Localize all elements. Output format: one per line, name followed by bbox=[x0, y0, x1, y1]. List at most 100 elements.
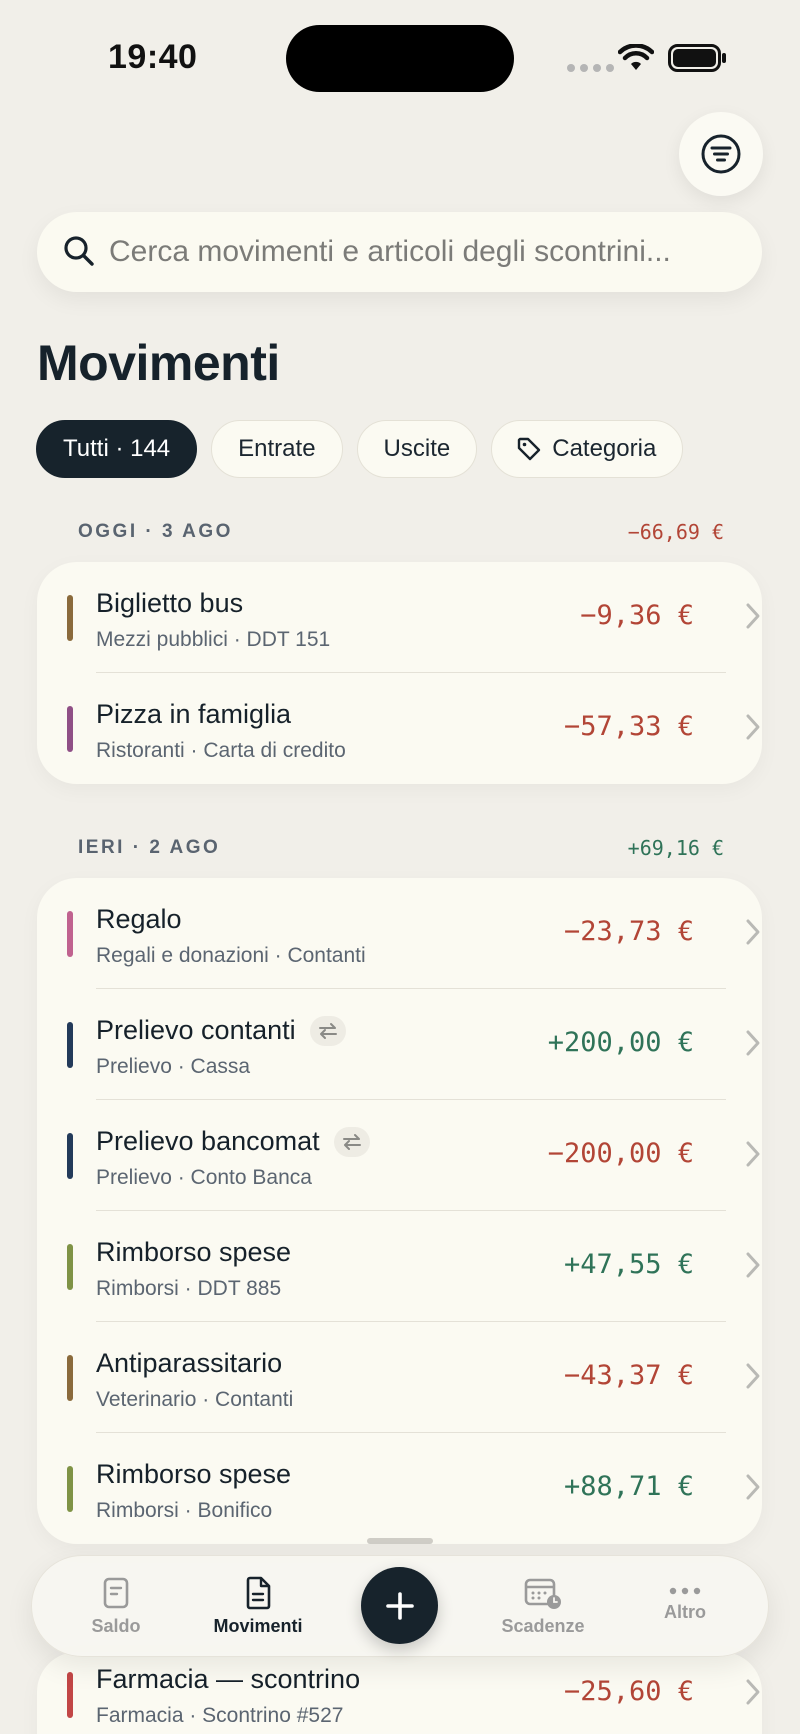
filter-button[interactable] bbox=[679, 112, 763, 196]
transaction-row[interactable]: Farmacia — scontrino Farmacia · Scontrin… bbox=[37, 1652, 762, 1734]
transaction-subtitle: Farmacia · Scontrino #527 bbox=[96, 1704, 344, 1727]
section-total: −66,69 € bbox=[627, 520, 724, 544]
tab-movimenti-label: Movimenti bbox=[213, 1616, 303, 1636]
chevron-right-icon bbox=[746, 714, 760, 740]
status-time: 19:40 bbox=[108, 38, 198, 76]
transaction-amount: +47,55 € bbox=[563, 1249, 694, 1280]
calendar-clock-icon bbox=[524, 1578, 561, 1609]
search-input[interactable] bbox=[109, 228, 739, 276]
transaction-subtitle: Regali e donazioni · Contanti bbox=[96, 944, 366, 967]
chip-expenses[interactable]: Uscite bbox=[356, 420, 478, 478]
transaction-row[interactable]: Regalo Regali e donazioni · Contanti −23… bbox=[37, 878, 762, 989]
tab-saldo[interactable]: Saldo bbox=[46, 1576, 186, 1637]
category-color-bar bbox=[67, 1244, 73, 1290]
category-color-bar bbox=[67, 595, 73, 641]
transaction-amount: +88,71 € bbox=[563, 1471, 694, 1502]
chevron-right-icon bbox=[746, 1141, 760, 1167]
transaction-title: Biglietto bus bbox=[96, 588, 244, 618]
transaction-row[interactable]: Prelievo contanti Prelievo · Cassa +200,… bbox=[37, 989, 762, 1100]
category-color-bar bbox=[67, 911, 73, 957]
transaction-row[interactable]: Biglietto bus Mezzi pubblici · DDT 151 −… bbox=[37, 562, 762, 673]
category-color-bar bbox=[67, 1466, 73, 1512]
section-header-yesterday: IERI · 2 AGO +69,16 € bbox=[78, 836, 724, 860]
transaction-subtitle: Veterinario · Contanti bbox=[96, 1388, 294, 1411]
plus-icon bbox=[385, 1591, 414, 1620]
transaction-subtitle: Mezzi pubblici · DDT 151 bbox=[96, 628, 331, 651]
transaction-subtitle: Rimborsi · Bonifico bbox=[96, 1499, 273, 1522]
transaction-subtitle: Prelievo · Conto Banca bbox=[96, 1166, 312, 1189]
category-color-bar bbox=[67, 706, 73, 752]
chevron-right-icon bbox=[746, 603, 760, 629]
section-total: +69,16 € bbox=[627, 836, 724, 860]
tab-altro-label: Altro bbox=[664, 1602, 706, 1622]
transaction-amount: −200,00 € bbox=[547, 1138, 694, 1169]
chip-income[interactable]: Entrate bbox=[211, 420, 343, 478]
filter-chips: Tutti · 144 Entrate Uscite Categoria bbox=[36, 420, 684, 478]
transaction-row[interactable]: Rimborso spese Rimborsi · Bonifico +88,7… bbox=[37, 1433, 762, 1544]
more-icon bbox=[669, 1587, 701, 1595]
transactions-card-today: Biglietto bus Mezzi pubblici · DDT 151 −… bbox=[37, 562, 762, 784]
transaction-amount: −9,36 € bbox=[580, 600, 694, 631]
transfer-icon bbox=[333, 1126, 370, 1157]
cellular-signal-icon bbox=[567, 64, 614, 72]
transaction-title: Prelievo contanti bbox=[96, 1015, 346, 1046]
transaction-row[interactable]: Antiparassitario Veterinario · Contanti … bbox=[37, 1322, 762, 1433]
chevron-right-icon bbox=[746, 919, 760, 945]
chevron-right-icon bbox=[746, 1363, 760, 1389]
transaction-subtitle: Rimborsi · DDT 885 bbox=[96, 1277, 282, 1300]
search-bar[interactable] bbox=[37, 212, 762, 292]
receipt-icon bbox=[103, 1577, 129, 1609]
transactions-card-yesterday: Regalo Regali e donazioni · Contanti −23… bbox=[37, 878, 762, 1544]
battery-icon bbox=[668, 44, 726, 72]
tab-saldo-label: Saldo bbox=[91, 1616, 141, 1636]
chevron-right-icon bbox=[746, 1030, 760, 1056]
transaction-row[interactable]: Rimborso spese Rimborsi · DDT 885 +47,55… bbox=[37, 1211, 762, 1322]
tab-scadenze-label: Scadenze bbox=[501, 1616, 585, 1636]
chip-all[interactable]: Tutti · 144 bbox=[36, 420, 198, 478]
transaction-amount: −43,37 € bbox=[563, 1360, 694, 1391]
status-bar: 19:40 bbox=[0, 0, 800, 110]
section-header-today: OGGI · 3 AGO −66,69 € bbox=[78, 520, 724, 544]
chip-income-label: Entrate bbox=[238, 435, 316, 462]
category-color-bar bbox=[67, 1022, 73, 1068]
filter-icon bbox=[701, 134, 741, 174]
tab-movimenti[interactable]: Movimenti bbox=[188, 1576, 328, 1637]
document-icon bbox=[246, 1576, 271, 1610]
tag-icon bbox=[518, 437, 541, 461]
transaction-row[interactable]: Prelievo bancomat Prelievo · Conto Banca… bbox=[37, 1100, 762, 1211]
search-icon bbox=[64, 236, 94, 266]
dynamic-island bbox=[286, 25, 514, 92]
transaction-title: Regalo bbox=[96, 904, 182, 934]
chevron-right-icon bbox=[746, 1474, 760, 1500]
transaction-title: Antiparassitario bbox=[96, 1348, 283, 1378]
transaction-subtitle: Ristoranti · Carta di credito bbox=[96, 739, 346, 762]
category-color-bar bbox=[67, 1672, 73, 1718]
transaction-title: Pizza in famiglia bbox=[96, 699, 292, 729]
chip-category-label: Categoria bbox=[552, 435, 657, 462]
transaction-title: Prelievo bancomat bbox=[96, 1126, 370, 1157]
add-transaction-button[interactable] bbox=[361, 1567, 438, 1644]
chip-category[interactable]: Categoria bbox=[491, 420, 684, 478]
transactions-card-next: Farmacia — scontrino Farmacia · Scontrin… bbox=[37, 1652, 762, 1734]
transaction-title: Farmacia — scontrino bbox=[96, 1664, 361, 1694]
transaction-amount: −23,73 € bbox=[563, 916, 694, 947]
chevron-right-icon bbox=[746, 1679, 760, 1705]
chip-expenses-label: Uscite bbox=[383, 435, 451, 462]
transaction-row[interactable]: Pizza in famiglia Ristoranti · Carta di … bbox=[37, 673, 762, 784]
section-date: OGGI · 3 AGO bbox=[78, 521, 233, 542]
page-title: Movimenti bbox=[37, 335, 280, 391]
chip-all-label: Tutti · 144 bbox=[63, 435, 171, 462]
transaction-title: Rimborso spese bbox=[96, 1459, 292, 1489]
transaction-subtitle: Prelievo · Cassa bbox=[96, 1055, 251, 1078]
category-color-bar bbox=[67, 1133, 73, 1179]
sheet-grabber[interactable] bbox=[367, 1538, 433, 1544]
section-date: IERI · 2 AGO bbox=[78, 837, 221, 858]
transaction-amount: −25,60 € bbox=[563, 1676, 694, 1707]
transaction-title: Rimborso spese bbox=[96, 1237, 292, 1267]
transfer-icon bbox=[309, 1015, 346, 1046]
category-color-bar bbox=[67, 1355, 73, 1401]
transaction-amount: −57,33 € bbox=[563, 711, 694, 742]
tab-altro[interactable]: Altro bbox=[615, 1586, 755, 1623]
tab-scadenze[interactable]: Scadenze bbox=[473, 1576, 613, 1637]
transaction-amount: +200,00 € bbox=[547, 1027, 694, 1058]
